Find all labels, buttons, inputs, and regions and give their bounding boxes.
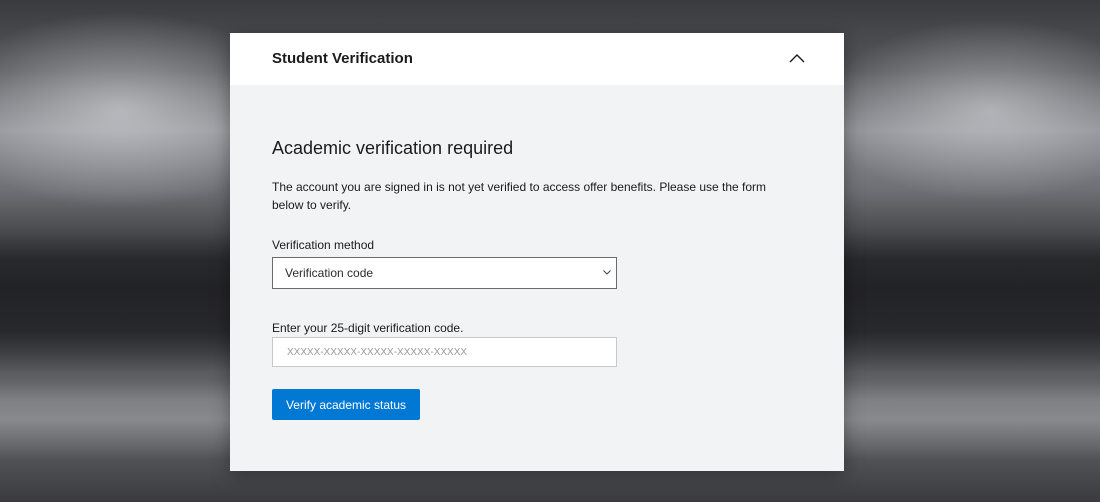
chevron-down-icon	[603, 270, 611, 275]
verification-method-value: Verification code	[285, 266, 374, 280]
section-heading: Academic verification required	[272, 138, 514, 158]
dialog-title: Student Verification	[272, 50, 413, 67]
verification-method-select[interactable]: Verification code	[272, 257, 617, 289]
chevron-up-icon	[789, 54, 805, 63]
collapse-button[interactable]	[784, 47, 810, 71]
dialog-header: Student Verification	[230, 33, 844, 85]
verification-code-label: Enter your 25-digit verification code.	[272, 321, 464, 335]
verification-method-label: Verification method	[272, 238, 375, 252]
verification-code-input[interactable]	[272, 337, 617, 367]
student-verification-dialog: Student Verification Academic verificati…	[230, 33, 844, 471]
verify-academic-status-button[interactable]: Verify academic status	[272, 389, 420, 420]
description-text: The account you are signed in is not yet…	[272, 180, 767, 212]
